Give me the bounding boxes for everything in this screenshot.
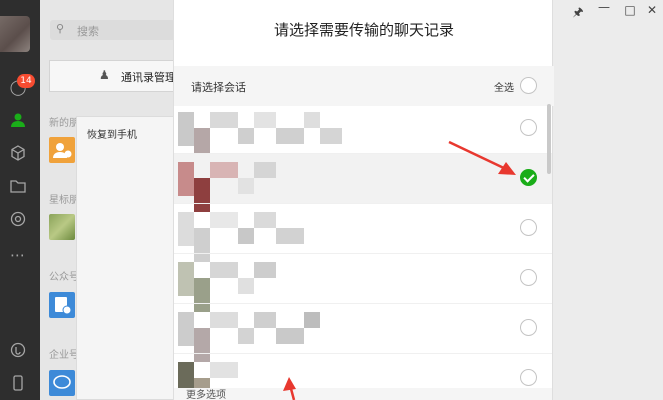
enterprise-icon[interactable] bbox=[49, 370, 75, 396]
maximize-icon[interactable]: □ bbox=[623, 3, 637, 17]
select-all-radio[interactable] bbox=[520, 77, 537, 94]
folder-icon[interactable] bbox=[9, 177, 27, 195]
select-all-label[interactable]: 全选 bbox=[494, 79, 514, 94]
context-menu: 恢复到手机 bbox=[76, 116, 176, 400]
dialog-title: 请选择需要传输的聊天记录 bbox=[273, 21, 454, 39]
transfer-dialog: 请选择需要传输的聊天记录 请选择会话 全选 更多选项 bbox=[173, 0, 554, 400]
blurred-contact-block bbox=[210, 112, 238, 128]
unread-badge: 14 bbox=[17, 74, 35, 88]
blurred-contact-block bbox=[178, 162, 194, 196]
blurred-contact-block bbox=[254, 162, 276, 178]
session-radio[interactable] bbox=[520, 219, 537, 236]
blurred-contact-block bbox=[276, 328, 304, 344]
new-friends-icon[interactable] bbox=[49, 137, 75, 163]
session-row[interactable] bbox=[174, 254, 552, 312]
select-session-label: 请选择会话 bbox=[191, 81, 246, 94]
phone-icon[interactable] bbox=[9, 374, 27, 392]
wechat-window: ◯ 14 ⋯ ⚲ 搜索 新的朋友 星标朋友 公众号 企业号 ♟ 通讯录管理 恢复… bbox=[0, 0, 663, 400]
blurred-contact-block bbox=[178, 262, 194, 296]
select-session-header: 请选择会话 全选 bbox=[174, 66, 554, 106]
session-radio[interactable] bbox=[520, 269, 537, 286]
contacts-icon[interactable] bbox=[9, 111, 27, 129]
section-enterprise: 企业号 bbox=[49, 350, 79, 361]
blurred-contact-block bbox=[210, 262, 238, 278]
person-icon: ♟ bbox=[99, 68, 110, 82]
blurred-contact-block bbox=[178, 312, 194, 346]
search-input[interactable]: 搜索 bbox=[77, 23, 99, 39]
section-official-accounts: 公众号 bbox=[49, 272, 79, 283]
session-radio-checked[interactable] bbox=[520, 169, 537, 186]
left-nav-bar: ◯ 14 ⋯ bbox=[0, 0, 40, 400]
cube-icon[interactable] bbox=[9, 144, 27, 162]
blurred-contact-block bbox=[210, 312, 238, 328]
search-box[interactable]: ⚲ 搜索 bbox=[50, 20, 175, 40]
blurred-contact-block bbox=[210, 162, 238, 178]
scrollbar[interactable] bbox=[547, 104, 551, 174]
blurred-contact-block bbox=[178, 212, 194, 246]
blurred-contact-block bbox=[238, 278, 254, 294]
contacts-manage-button[interactable]: ♟ 通讯录管理 bbox=[49, 60, 189, 92]
blurred-contact-block bbox=[178, 112, 194, 146]
mini-program-icon[interactable] bbox=[9, 341, 27, 359]
dialog-footer: 更多选项 bbox=[174, 388, 552, 400]
blurred-contact-block bbox=[254, 312, 276, 328]
blurred-contact-block bbox=[238, 228, 254, 244]
blurred-contact-block bbox=[238, 128, 254, 144]
session-radio[interactable] bbox=[520, 319, 537, 336]
blurred-contact-block bbox=[254, 212, 276, 228]
blurred-contact-block bbox=[304, 112, 320, 128]
session-row[interactable] bbox=[174, 304, 552, 362]
blurred-contact-block bbox=[210, 212, 238, 228]
blurred-contact-block bbox=[254, 262, 276, 278]
session-row[interactable] bbox=[174, 204, 552, 262]
blurred-contact-block bbox=[304, 312, 320, 328]
menu-item-restore-to-phone[interactable]: 恢复到手机 bbox=[87, 126, 137, 141]
blurred-contact-block bbox=[238, 328, 254, 344]
blurred-contact-block bbox=[210, 362, 238, 378]
moments-icon[interactable] bbox=[9, 210, 27, 228]
blurred-contact-block bbox=[238, 178, 254, 194]
session-radio[interactable] bbox=[520, 119, 537, 136]
minimize-icon[interactable]: — bbox=[597, 0, 611, 14]
blurred-contact-block bbox=[254, 112, 276, 128]
footer-text[interactable]: 更多选项 bbox=[186, 386, 226, 400]
avatar[interactable] bbox=[0, 16, 30, 52]
session-row[interactable] bbox=[174, 104, 552, 162]
session-radio[interactable] bbox=[520, 369, 537, 386]
blurred-contact-block bbox=[276, 228, 304, 244]
official-account-icon[interactable] bbox=[49, 292, 75, 318]
blurred-contact-block bbox=[276, 128, 304, 144]
blurred-contact-block bbox=[320, 128, 342, 144]
close-icon[interactable]: ✕ bbox=[645, 3, 659, 17]
contact-avatar[interactable] bbox=[49, 214, 75, 240]
more-icon[interactable]: ⋯ bbox=[9, 246, 27, 264]
session-row[interactable] bbox=[174, 154, 552, 212]
search-icon: ⚲ bbox=[56, 22, 65, 35]
pin-icon[interactable]: 🖈 bbox=[571, 3, 585, 24]
